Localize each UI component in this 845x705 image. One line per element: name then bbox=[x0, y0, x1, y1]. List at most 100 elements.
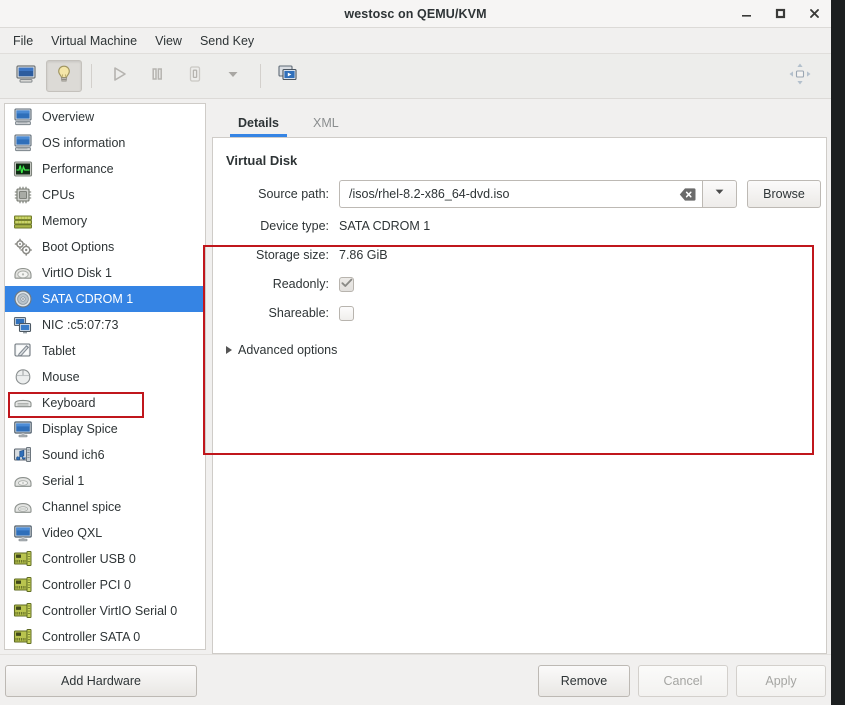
sidebar-item-nic-c5-07-73[interactable]: NIC :c5:07:73 bbox=[5, 312, 205, 338]
mouse-icon bbox=[13, 367, 33, 387]
source-path-input[interactable]: /isos/rhel-8.2-x86_64-dvd.iso bbox=[339, 180, 702, 208]
chevron-down-icon bbox=[225, 66, 241, 87]
shutdown-menu-button[interactable] bbox=[215, 60, 251, 92]
controller-card-icon bbox=[13, 575, 33, 595]
browse-button[interactable]: Browse bbox=[747, 180, 821, 208]
panel-title: Virtual Disk bbox=[226, 153, 298, 168]
sidebar-item-boot-options[interactable]: Boot Options bbox=[5, 234, 205, 260]
window-controls bbox=[735, 0, 825, 27]
shareable-row: Shareable: bbox=[226, 302, 826, 324]
sidebar-item-channel-spice[interactable]: Channel spice bbox=[5, 494, 205, 520]
cancel-button[interactable]: Cancel bbox=[638, 665, 728, 697]
pause-icon bbox=[147, 64, 167, 89]
sidebar-item-controller-sata-0[interactable]: Controller SATA 0 bbox=[5, 624, 205, 649]
sidebar-item-label: Tablet bbox=[42, 344, 76, 358]
performance-graph-icon bbox=[13, 159, 33, 179]
serial-port-icon bbox=[13, 471, 33, 491]
clear-icon[interactable] bbox=[679, 186, 696, 203]
source-path-label: Source path: bbox=[258, 187, 329, 201]
menu-send-key[interactable]: Send Key bbox=[191, 31, 263, 51]
menu-virtual-machine[interactable]: Virtual Machine bbox=[42, 31, 146, 51]
display-monitor-icon bbox=[13, 419, 33, 439]
cpu-chip-icon bbox=[13, 185, 33, 205]
source-path-control: /isos/rhel-8.2-x86_64-dvd.iso Browse bbox=[339, 180, 821, 208]
harddisk-icon bbox=[13, 263, 33, 283]
sidebar-item-performance[interactable]: Performance bbox=[5, 156, 205, 182]
sidebar-item-sata-cdrom-1[interactable]: SATA CDROM 1 bbox=[5, 286, 205, 312]
sidebar-item-virtio-disk-1[interactable]: VirtIO Disk 1 bbox=[5, 260, 205, 286]
disk-form: Source path: /isos/rhel-8.2-x86_64-dvd.i… bbox=[213, 180, 826, 324]
snapshots-button[interactable] bbox=[270, 60, 306, 92]
sidebar-item-label: Controller USB 0 bbox=[42, 552, 136, 566]
pause-button[interactable] bbox=[139, 60, 175, 92]
computer-icon bbox=[13, 107, 33, 127]
sidebar-item-os-information[interactable]: OS information bbox=[5, 130, 205, 156]
advanced-options-toggle[interactable]: Advanced options bbox=[226, 343, 826, 357]
sidebar-item-cpus[interactable]: CPUs bbox=[5, 182, 205, 208]
tab-details[interactable]: Details bbox=[224, 110, 293, 137]
maximize-icon[interactable] bbox=[769, 3, 791, 25]
checkmark-icon bbox=[340, 275, 353, 293]
sidebar-item-mouse[interactable]: Mouse bbox=[5, 364, 205, 390]
sidebar-item-video-qxl[interactable]: Video QXL bbox=[5, 520, 205, 546]
menu-view[interactable]: View bbox=[146, 31, 191, 51]
close-icon[interactable] bbox=[803, 3, 825, 25]
sidebar-item-label: Controller PCI 0 bbox=[42, 578, 131, 592]
shareable-checkbox[interactable] bbox=[339, 305, 354, 321]
advanced-options-label: Advanced options bbox=[238, 343, 338, 357]
expand-arrows-icon bbox=[788, 62, 812, 91]
toolbar-separator bbox=[91, 64, 92, 88]
snapshots-icon bbox=[277, 64, 299, 89]
menu-bar: File Virtual Machine View Send Key bbox=[0, 28, 831, 54]
sidebar-item-label: Video QXL bbox=[42, 526, 103, 540]
sidebar-item-label: Controller SATA 0 bbox=[42, 630, 141, 644]
hardware-list[interactable]: Overview OS information Performance CPUs Mem… bbox=[4, 103, 206, 650]
sidebar-item-tablet[interactable]: Tablet bbox=[5, 338, 205, 364]
storage-size-label: Storage size: bbox=[256, 248, 329, 262]
shutdown-button[interactable] bbox=[177, 60, 213, 92]
sidebar-item-label: SATA CDROM 1 bbox=[42, 292, 134, 306]
sidebar-item-controller-virtio-serial-0[interactable]: Controller VirtIO Serial 0 bbox=[5, 598, 205, 624]
device-type-row: Device type: SATA CDROM 1 bbox=[226, 215, 826, 237]
sidebar-item-label: NIC :c5:07:73 bbox=[42, 318, 119, 332]
show-virtual-hardware-details-button[interactable] bbox=[46, 60, 82, 92]
sidebar-item-controller-usb-0[interactable]: Controller USB 0 bbox=[5, 546, 205, 572]
add-hardware-button[interactable]: Add Hardware bbox=[5, 665, 197, 697]
source-path-dropdown-button[interactable] bbox=[702, 180, 737, 208]
sidebar-item-controller-pci-0[interactable]: Controller PCI 0 bbox=[5, 572, 205, 598]
sidebar-item-keyboard[interactable]: Keyboard bbox=[5, 390, 205, 416]
run-button[interactable] bbox=[101, 60, 137, 92]
readonly-row: Readonly: bbox=[226, 273, 826, 295]
menu-file[interactable]: File bbox=[4, 31, 42, 51]
sidebar-item-label: Performance bbox=[42, 162, 114, 176]
sidebar-item-display-spice[interactable]: Display Spice bbox=[5, 416, 205, 442]
controller-card-icon bbox=[13, 627, 33, 647]
sidebar-item-label: Mouse bbox=[42, 370, 80, 384]
sidebar-item-overview[interactable]: Overview bbox=[5, 104, 205, 130]
main-body: Overview OS information Performance CPUs Mem… bbox=[0, 99, 831, 654]
play-icon bbox=[109, 64, 129, 89]
apply-button[interactable]: Apply bbox=[736, 665, 826, 697]
tab-xml[interactable]: XML bbox=[299, 110, 353, 137]
device-type-value: SATA CDROM 1 bbox=[339, 219, 431, 233]
sidebar-item-label: Overview bbox=[42, 110, 95, 124]
minimize-icon[interactable] bbox=[735, 3, 757, 25]
sidebar-item-label: Memory bbox=[42, 214, 88, 228]
sidebar-item-label: Channel spice bbox=[42, 500, 122, 514]
sidebar-item-label: Keyboard bbox=[42, 396, 96, 410]
sidebar-item-label: CPUs bbox=[42, 188, 75, 202]
channel-icon bbox=[13, 497, 33, 517]
remove-button[interactable]: Remove bbox=[538, 665, 630, 697]
footer-bar: Add Hardware Remove Cancel Apply bbox=[0, 654, 831, 705]
sound-card-icon bbox=[13, 445, 33, 465]
sidebar-item-sound-ich6[interactable]: Sound ich6 bbox=[5, 442, 205, 468]
shareable-label: Shareable: bbox=[268, 306, 329, 320]
source-path-value: /isos/rhel-8.2-x86_64-dvd.iso bbox=[349, 187, 510, 201]
fullscreen-button[interactable] bbox=[787, 63, 813, 89]
tab-bar: Details XML bbox=[212, 103, 827, 137]
storage-size-value: 7.86 GiB bbox=[339, 248, 388, 262]
sidebar-item-serial-1[interactable]: Serial 1 bbox=[5, 468, 205, 494]
show-graphical-console-button[interactable] bbox=[8, 60, 44, 92]
readonly-checkbox[interactable] bbox=[339, 275, 354, 293]
sidebar-item-memory[interactable]: Memory bbox=[5, 208, 205, 234]
